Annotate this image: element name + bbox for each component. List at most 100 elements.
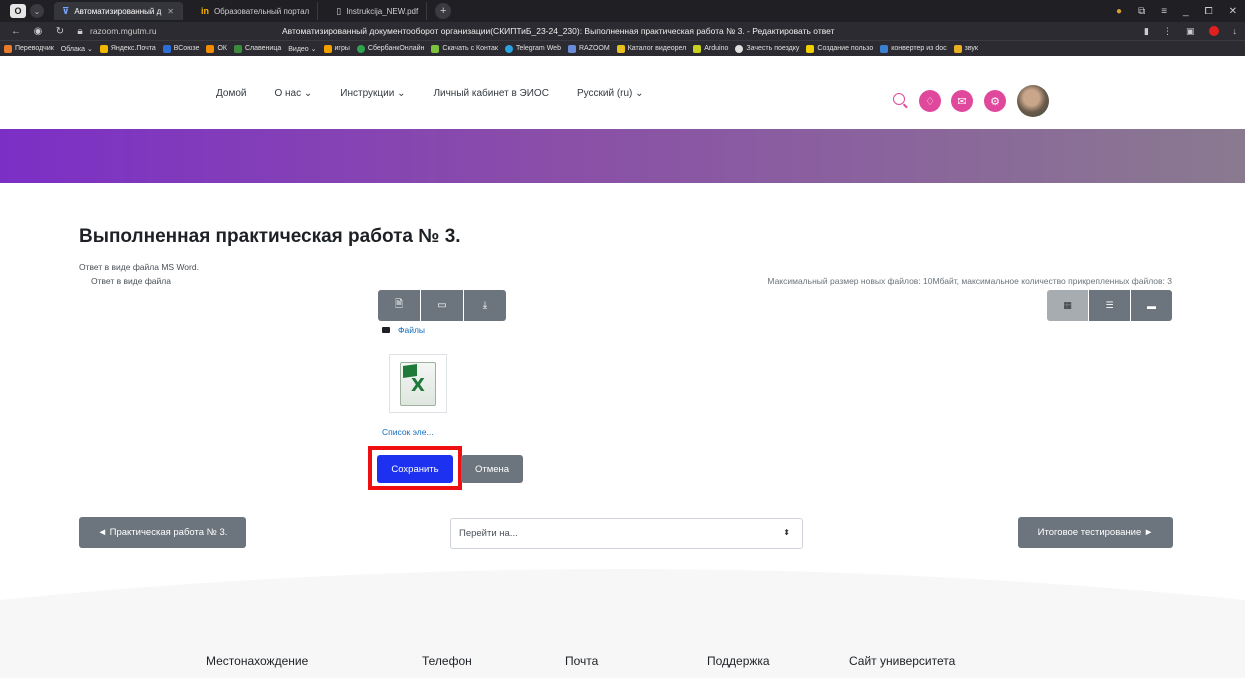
browser-tab-active[interactable]: ⊽ Автоматизированный д ✕ [54,2,183,20]
bookmarks-bar: Переводчик Облака ⌄ Яндекс.Почта ВСоюзе … [0,40,1245,56]
search-icon[interactable] [893,93,905,105]
page-title: Выполненная практическая работа № 3. [79,226,461,247]
download-all-button[interactable]: ⤓ [464,290,506,321]
ok-icon [206,44,215,53]
bookmark-item[interactable]: Каталог видеорел [616,44,686,53]
telegram-icon [504,44,513,53]
bookmark-item[interactable]: Славеница [233,44,281,53]
bookmark-item[interactable]: Скачать с Контак [431,44,498,53]
bookmark-item[interactable]: Видео ⌄ [288,45,316,53]
footer-phone[interactable]: Телефон [422,654,472,668]
bookmark-icon[interactable]: ▮ [1144,26,1149,37]
save-button[interactable]: Сохранить [377,455,453,483]
view-switcher: ▦ ☰ ▬ [1047,290,1172,321]
snapshot-icon[interactable]: ⧉ [1138,6,1145,17]
nav-home[interactable]: Домой [216,88,246,99]
document-icon: ▯ [336,5,342,16]
portal-favicon-icon: in [200,6,209,16]
extension-icon[interactable]: ▣ [1186,26,1195,37]
more-icon[interactable]: ⋮ [1163,26,1172,37]
back-icon[interactable]: ← [10,26,22,37]
footer-background [0,569,1245,678]
footer-location[interactable]: Местонахождение [206,654,308,668]
bookmark-item[interactable]: Создание пользо [806,44,873,53]
file-thumbnail[interactable]: X [389,354,447,413]
browser-logo-icon[interactable]: O [10,4,26,18]
bookmark-item[interactable]: Telegram Web [504,44,561,53]
secure-icon[interactable]: ◉ [32,26,44,37]
create-folder-button[interactable]: ▭ [421,290,463,321]
bookmark-item[interactable]: ВСоюзе [162,44,199,53]
cancel-button[interactable]: Отмена [461,455,523,483]
next-activity-button[interactable]: Итоговое тестирование ► [1018,517,1173,548]
grid-icon: ▦ [1063,300,1072,310]
extension-icon[interactable]: ● [1116,6,1122,17]
menu-icon[interactable]: ≡ [1161,6,1167,17]
travel-icon [735,44,744,53]
site-navbar: Домой О нас ⌄ Инструкции ⌄ Личный кабине… [0,56,1245,129]
select-arrows-icon: ⬍ [783,528,790,537]
sound-icon [953,44,962,53]
messages-icon[interactable]: ✉ [951,90,973,112]
nav-menu: Домой О нас ⌄ Инструкции ⌄ Личный кабине… [216,88,672,99]
bookmark-item[interactable]: Облака ⌄ [61,45,93,53]
folder-icon: ▬ [1147,300,1156,311]
file-field-label: Ответ в виде файла [91,276,171,286]
nav-eios-cabinet[interactable]: Личный кабинет в ЭИОС [433,88,548,99]
avatar[interactable] [1017,85,1049,117]
footer-mail[interactable]: Почта [565,654,598,668]
bookmark-item[interactable]: ОК [206,44,227,53]
assignment-description: Ответ в виде файла MS Word. [79,262,199,272]
download-green-icon [431,44,440,53]
breadcrumb-files-link[interactable]: Файлы [398,325,425,335]
bookmark-item[interactable]: СбербанкОнлайн [356,44,424,53]
restore-icon[interactable]: ⧠ [1205,6,1213,17]
file-name-link[interactable]: Список эле... [382,427,434,437]
reload-icon[interactable]: ↻ [54,26,66,37]
nav-instructions[interactable]: Инструкции ⌄ [340,88,405,99]
list-icon: ☰ [1105,300,1114,310]
view-tree-button[interactable]: ▬ [1131,290,1172,321]
upload-limits-text: Максимальный размер новых файлов: 10Мбай… [767,276,1172,286]
filepicker-toolbar: 🗎︎ ▭ ⤓ [378,290,506,321]
view-icons-button[interactable]: ▦ [1047,290,1088,321]
bookmark-item[interactable]: игры [323,44,350,53]
prev-activity-button[interactable]: ◄ Практическая работа № 3. [79,517,246,548]
bookmark-item[interactable]: Arduino [693,44,728,53]
tab-label: Образовательный портал [213,6,310,16]
new-tab-icon[interactable]: + [435,3,452,19]
bookmark-item[interactable]: звук [953,44,978,53]
footer-support[interactable]: Поддержка [707,654,770,668]
tab-menu-icon[interactable]: ⌄ [30,4,44,18]
bookmark-item[interactable]: Зачесть поездку [735,44,799,53]
add-file-button[interactable]: 🗎︎ [378,290,420,321]
breadcrumb: Файлы [382,325,425,335]
browser-tab-pdf[interactable]: ▯ Instrukcija_NEW.pdf [328,2,428,20]
notification-icon[interactable]: ♢ [919,90,941,112]
close-window-icon[interactable]: ✕ [1229,6,1237,17]
jump-to-placeholder: Перейти на... [459,528,518,539]
footer-university-site[interactable]: Сайт университета [849,654,955,668]
browser-tab-portal[interactable]: in Образовательный портал [193,2,319,20]
bookmark-item[interactable]: конвертер из doc [880,44,947,53]
sberbank-icon [356,44,365,53]
bookmark-item[interactable]: Яндекс.Почта [99,44,156,53]
bookmark-item[interactable]: Переводчик [4,44,54,53]
view-list-button[interactable]: ☰ [1089,290,1130,321]
jump-to-select[interactable]: Перейти на... ⬍ [450,518,803,549]
translate-icon [4,44,12,53]
download-icon[interactable]: ↓ [1233,26,1238,36]
record-icon[interactable] [1208,26,1219,36]
url-field[interactable]: razoom.mgutm.ru [90,26,157,36]
address-actions: ▮ ⋮ ▣ ↓ [1144,22,1237,40]
window-controls: ● ⧉ ≡ _ ⧠ ✕ [1116,0,1237,22]
catalog-icon [616,44,625,53]
bookmark-item[interactable]: RAZOOM [567,44,610,53]
minimize-icon[interactable]: _ [1183,6,1189,17]
nav-language[interactable]: Русский (ru) ⌄ [577,88,644,99]
tab-label: Автоматизированный д [74,6,162,16]
nav-about[interactable]: О нас ⌄ [274,88,312,99]
header-banner [0,129,1245,183]
gear-icon[interactable]: ⚙ [984,90,1006,112]
close-tab-icon[interactable]: ✕ [167,7,174,16]
